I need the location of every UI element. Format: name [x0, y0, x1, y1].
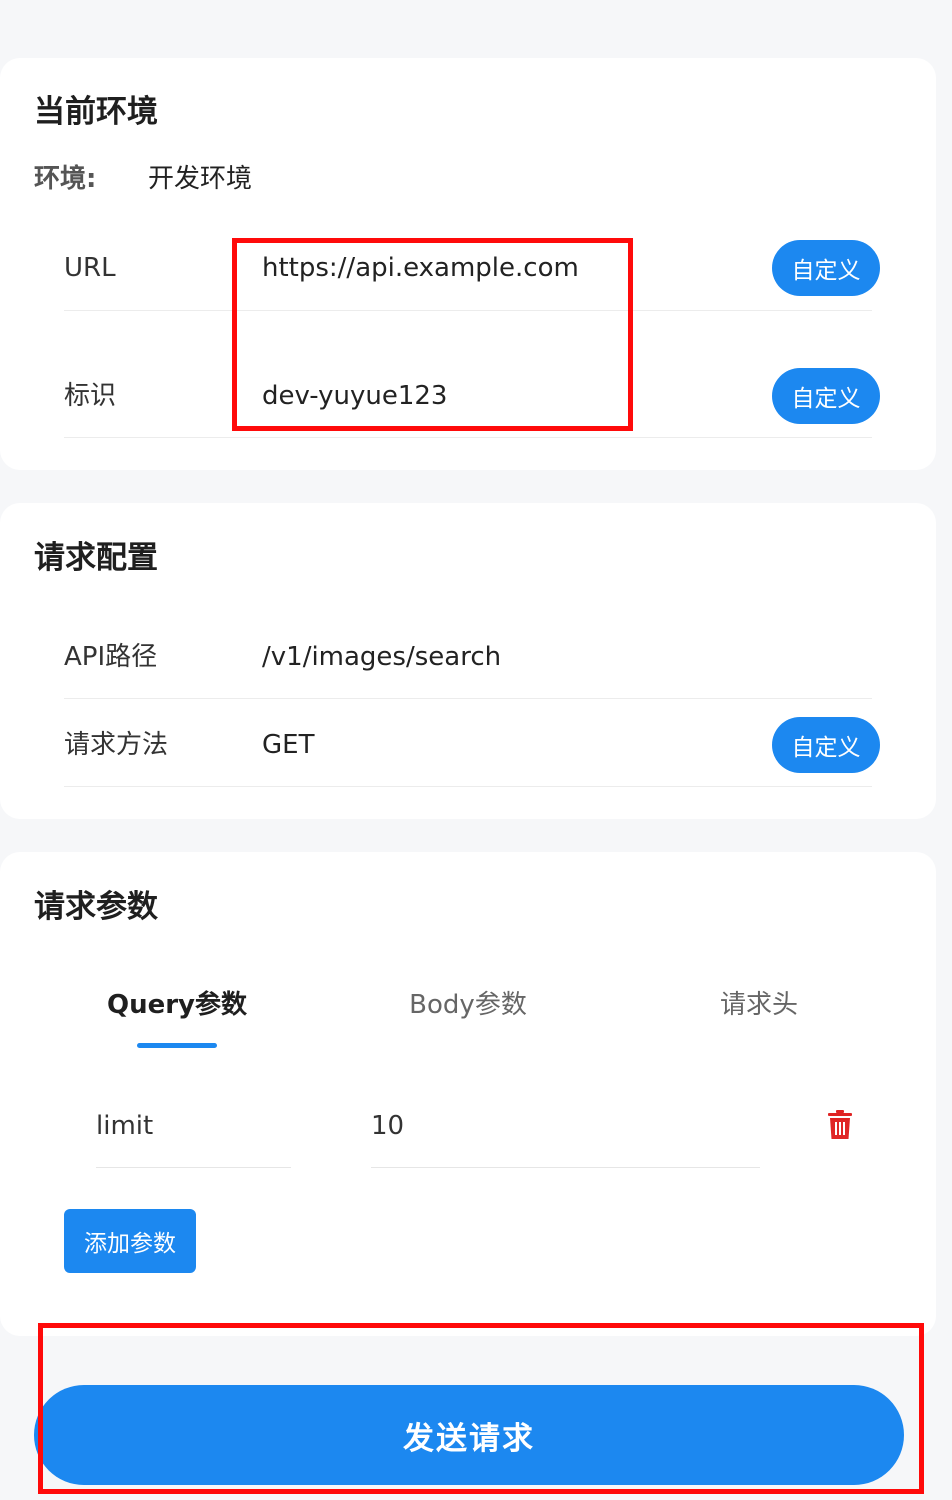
param-value-underline — [371, 1167, 760, 1168]
url-label: URL — [64, 253, 116, 283]
identifier-label: 标识 — [64, 381, 117, 411]
request-method-label: 请求方法 — [64, 730, 169, 760]
request-config-card-title: 请求配置 — [34, 540, 158, 576]
api-path-value: /v1/images/search — [262, 642, 502, 672]
tab-request-headers[interactable]: 请求头 — [720, 992, 798, 1018]
param-value-input[interactable]: 10 — [371, 1113, 404, 1139]
param-key-input[interactable]: limit — [96, 1113, 153, 1139]
tab-body-params[interactable]: Body参数 — [409, 992, 527, 1018]
add-param-button[interactable]: 添加参数 — [64, 1209, 196, 1273]
identifier-row-divider — [64, 437, 872, 438]
api-path-row-divider — [64, 698, 872, 699]
environment-card-title: 当前环境 — [34, 94, 158, 130]
tab-active-indicator — [137, 1043, 217, 1048]
env-label: 环境: — [34, 164, 97, 194]
request-method-row-divider — [64, 786, 872, 787]
send-request-button[interactable]: 发送请求 — [34, 1385, 904, 1485]
param-key-underline — [96, 1167, 291, 1168]
identifier-customize-button[interactable]: 自定义 — [772, 368, 880, 424]
request-method-customize-button[interactable]: 自定义 — [772, 717, 880, 773]
url-customize-button[interactable]: 自定义 — [772, 240, 880, 296]
request-method-value: GET — [262, 730, 315, 760]
env-value: 开发环境 — [148, 164, 253, 194]
tab-query-params[interactable]: Query参数 — [107, 992, 247, 1018]
url-value: https://api.example.com — [262, 253, 579, 283]
request-params-card-title: 请求参数 — [34, 889, 158, 925]
api-path-label: API路径 — [64, 642, 158, 672]
url-row-divider — [64, 310, 872, 311]
identifier-value: dev-yuyue123 — [262, 381, 448, 411]
trash-icon[interactable] — [827, 1110, 853, 1140]
